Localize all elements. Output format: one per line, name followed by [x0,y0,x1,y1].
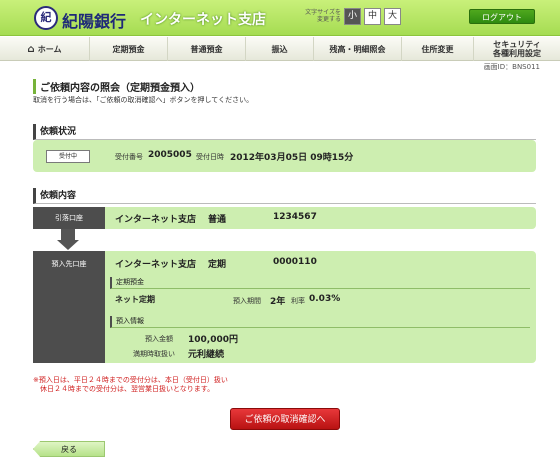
notice-text: ※預入日は、平日２４時までの受付分は、本日（受付日）扱い 休日２４時までの受付分… [33,376,228,393]
amount-label: 預入金額 [145,335,173,343]
deposit-product: ネット定期 [115,295,155,304]
destination-account-label: 預入先口座 [33,251,105,363]
header: 紀 紀陽銀行 インターネット支店 文字サイズを 変更する 小 中 大 ログアウト [0,0,560,36]
amount-value: 100,000円 [188,335,238,345]
cancel-confirm-button[interactable]: ご依頼の取消確認へ [230,408,340,430]
global-nav: ⌂ ホーム 定期預金 普通預金 振込 残高・明細照会 住所変更 セキュリティ 各… [0,37,560,61]
screen-id: 画面ID：BNS011 [483,63,540,71]
source-branch: インターネット支店 [115,215,197,225]
home-icon: ⌂ [27,43,35,55]
nav-item-transfer[interactable]: 振込 [246,37,314,61]
nav-item-security[interactable]: セキュリティ 各種利用設定 [474,37,560,61]
status-panel: 受付中 受付番号 2005005 受付日時 2012年03月05日 09時15分 [33,140,536,172]
nav-item-home[interactable]: ⌂ ホーム [0,37,90,61]
status-heading: 依頼状況 [33,124,536,140]
back-button[interactable]: 戻る [33,441,105,457]
request-heading: 依頼内容 [33,188,536,204]
down-arrow-head-icon [57,240,79,250]
dest-branch: インターネット支店 [115,260,197,270]
receipt-no-value: 2005005 [148,150,192,160]
source-account-label: 引落口座 [33,207,105,229]
maturity-value: 元利継続 [188,350,225,360]
bank-name: 紀陽銀行 [62,12,127,31]
receipt-dt-value: 2012年03月05日 09時15分 [230,153,354,163]
receipt-dt-label: 受付日時 [196,153,224,161]
shop-name: インターネット支店 [140,12,266,28]
nav-item-ordinary-deposit[interactable]: 普通預金 [168,37,246,61]
font-size-large-button[interactable]: 大 [384,8,401,25]
font-size-label: 文字サイズを 変更する [305,9,341,23]
font-size-small-button[interactable]: 小 [344,8,361,25]
destination-account-panel: 預入先口座 インターネット支店 定期 0000110 定期預金 ネット定期 預入… [33,251,536,363]
font-size-medium-button[interactable]: 中 [364,8,381,25]
dest-type: 定期 [208,260,227,270]
source-account-row: 引落口座 インターネット支店 普通 1234567 [33,207,536,229]
maturity-label: 満期時取扱い [133,350,175,358]
deposit-subheading: 定期預金 [110,277,530,289]
receipt-no-label: 受付番号 [115,153,143,161]
nav-item-time-deposit[interactable]: 定期預金 [90,37,168,61]
info-subheading: 預入情報 [110,316,530,328]
source-type: 普通 [208,215,227,225]
bank-logo-icon: 紀 [34,6,58,30]
nav-item-label: ホーム [37,44,62,54]
term-label: 預入期間 [233,297,261,305]
logout-button[interactable]: ログアウト [469,9,535,24]
dest-account-no: 0000110 [273,257,317,267]
source-account-no: 1234567 [273,212,317,222]
term-value: 2年 [270,297,286,307]
nav-item-address[interactable]: 住所変更 [402,37,474,61]
nav-item-balance[interactable]: 残高・明細照会 [314,37,402,61]
guide-text: 取消を行う場合は、「ご依頼の取消確認へ」ボタンを押してください。 [33,96,254,104]
page-title: ご依頼内容の照会（定期預金預入） [33,79,200,94]
rate-label: 利率 [291,297,305,305]
status-badge: 受付中 [46,150,90,163]
rate-value: 0.03% [309,294,341,304]
